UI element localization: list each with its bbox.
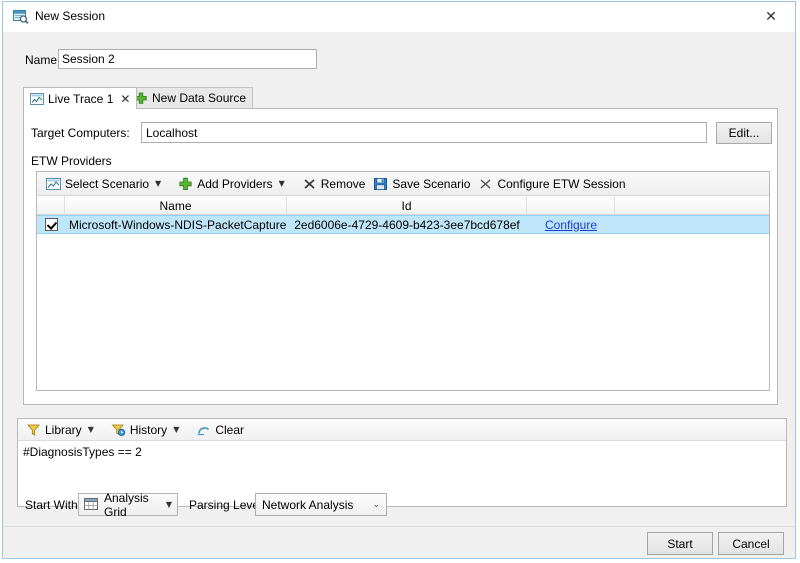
tab-label: Live Trace 1: [48, 91, 114, 106]
history-button[interactable]: History ▼: [107, 420, 184, 440]
toolbar-label: Remove: [320, 176, 366, 191]
chevron-down-icon: ▼: [165, 499, 172, 509]
provider-id-cell: 2ed6006e-4729-4609-b423-3ee7bcd678ef: [294, 217, 520, 232]
column-header-name[interactable]: Name: [65, 196, 287, 215]
start-with-label: Start With:: [25, 498, 82, 512]
parsing-level-value: Network Analysis: [262, 497, 354, 512]
chevron-down-icon: ▼: [173, 424, 180, 434]
close-icon: ✕: [765, 8, 777, 25]
new-session-dialog: New Session ✕ Name: Live Trace 1 ✕: [2, 1, 796, 559]
tab-label: New Data Source: [152, 91, 247, 105]
toolbar-label: Clear: [215, 422, 245, 437]
etw-providers-panel: Select Scenario ▼ Add Providers ▼ Remove…: [36, 171, 770, 391]
chevron-down-icon: ⌄: [372, 499, 380, 510]
save-floppy-icon: [373, 177, 388, 191]
start-with-dropdown[interactable]: Analysis Grid ▼: [78, 490, 178, 519]
edit-targets-button[interactable]: Edit...: [716, 122, 772, 144]
plus-green-icon: [178, 177, 193, 191]
providers-grid: Name Id Microsoft-Windows-NDIS-PacketCap…: [37, 196, 769, 390]
chevron-down-icon: ▼: [155, 178, 162, 188]
title-bar: New Session ✕: [3, 2, 795, 32]
x-remove-icon: [302, 177, 317, 191]
column-header-configure[interactable]: [527, 196, 615, 215]
tab-strip: Live Trace 1 ✕ New Data Source: [23, 87, 778, 109]
session-document-search-icon: [13, 10, 29, 24]
dialog-body: Name: Live Trace 1 ✕: [3, 32, 795, 558]
toolbar-label: History: [129, 422, 168, 437]
filter-toolbar: Library ▼ History ▼ Clear: [18, 419, 786, 441]
tab-close-icon[interactable]: ✕: [120, 92, 130, 106]
funnel-yellow-icon: [26, 423, 41, 437]
live-trace-panel: Target Computers: Edit... ETW Providers: [23, 108, 778, 405]
add-providers-button[interactable]: Add Providers ▼: [174, 174, 289, 194]
start-button[interactable]: Start: [647, 532, 713, 555]
library-button[interactable]: Library ▼: [22, 420, 98, 440]
row-checkbox-cell[interactable]: [37, 216, 65, 233]
start-with-value: Analysis Grid: [104, 490, 149, 519]
provider-name-cell: Microsoft-Windows-NDIS-PacketCapture: [69, 217, 287, 232]
parsing-level-label: Parsing Level:: [189, 498, 266, 512]
target-computers-input[interactable]: [141, 122, 707, 143]
target-computers-label: Target Computers:: [31, 126, 130, 140]
clear-filter-button[interactable]: Clear: [192, 420, 248, 440]
chevron-down-icon: ▼: [87, 424, 94, 434]
providers-toolbar: Select Scenario ▼ Add Providers ▼ Remove…: [37, 172, 769, 196]
tab-new-data-source[interactable]: New Data Source: [127, 87, 254, 108]
column-header-id[interactable]: Id: [287, 196, 527, 215]
toolbar-label: Save Scenario: [392, 176, 471, 191]
remove-provider-button[interactable]: Remove: [298, 174, 370, 194]
close-button[interactable]: ✕: [749, 3, 793, 30]
name-label: Name:: [25, 53, 61, 67]
footer-divider: [3, 526, 795, 527]
tab-live-trace-1[interactable]: Live Trace 1 ✕: [23, 87, 138, 109]
select-scenario-button[interactable]: Select Scenario ▼: [42, 174, 165, 194]
cancel-button[interactable]: Cancel: [718, 532, 784, 555]
toolbar-label: Add Providers: [197, 176, 273, 191]
parsing-level-select[interactable]: Network Analysis ⌄: [255, 493, 387, 516]
session-name-input[interactable]: [58, 49, 317, 69]
page-title: New Session: [35, 9, 106, 23]
configure-etw-session-button[interactable]: Configure ETW Session: [474, 174, 629, 194]
chevron-down-icon: ▼: [278, 178, 285, 188]
provider-checkbox[interactable]: [44, 218, 58, 231]
table-row[interactable]: Microsoft-Windows-NDIS-PacketCapture 2ed…: [37, 215, 769, 234]
toolbar-label: Configure ETW Session: [497, 176, 626, 191]
grid-table-icon: [84, 498, 104, 511]
funnel-clock-icon: [111, 423, 126, 437]
etw-providers-label: ETW Providers: [31, 154, 112, 168]
x-configure-icon: [478, 177, 493, 191]
configure-link[interactable]: Configure: [545, 218, 597, 232]
column-header-check[interactable]: [37, 196, 65, 215]
scenario-chart-icon: [46, 177, 61, 191]
provider-spacer-cell: [615, 216, 769, 233]
toolbar-label: Select Scenario: [65, 176, 150, 191]
provider-configure-cell: Configure: [527, 216, 615, 233]
live-trace-chart-icon: [30, 92, 44, 105]
column-header-spacer[interactable]: [615, 196, 769, 215]
save-scenario-button[interactable]: Save Scenario: [369, 174, 474, 194]
toolbar-label: Library: [45, 422, 82, 437]
eraser-icon: [196, 423, 211, 437]
grid-header-row: Name Id: [37, 196, 769, 215]
